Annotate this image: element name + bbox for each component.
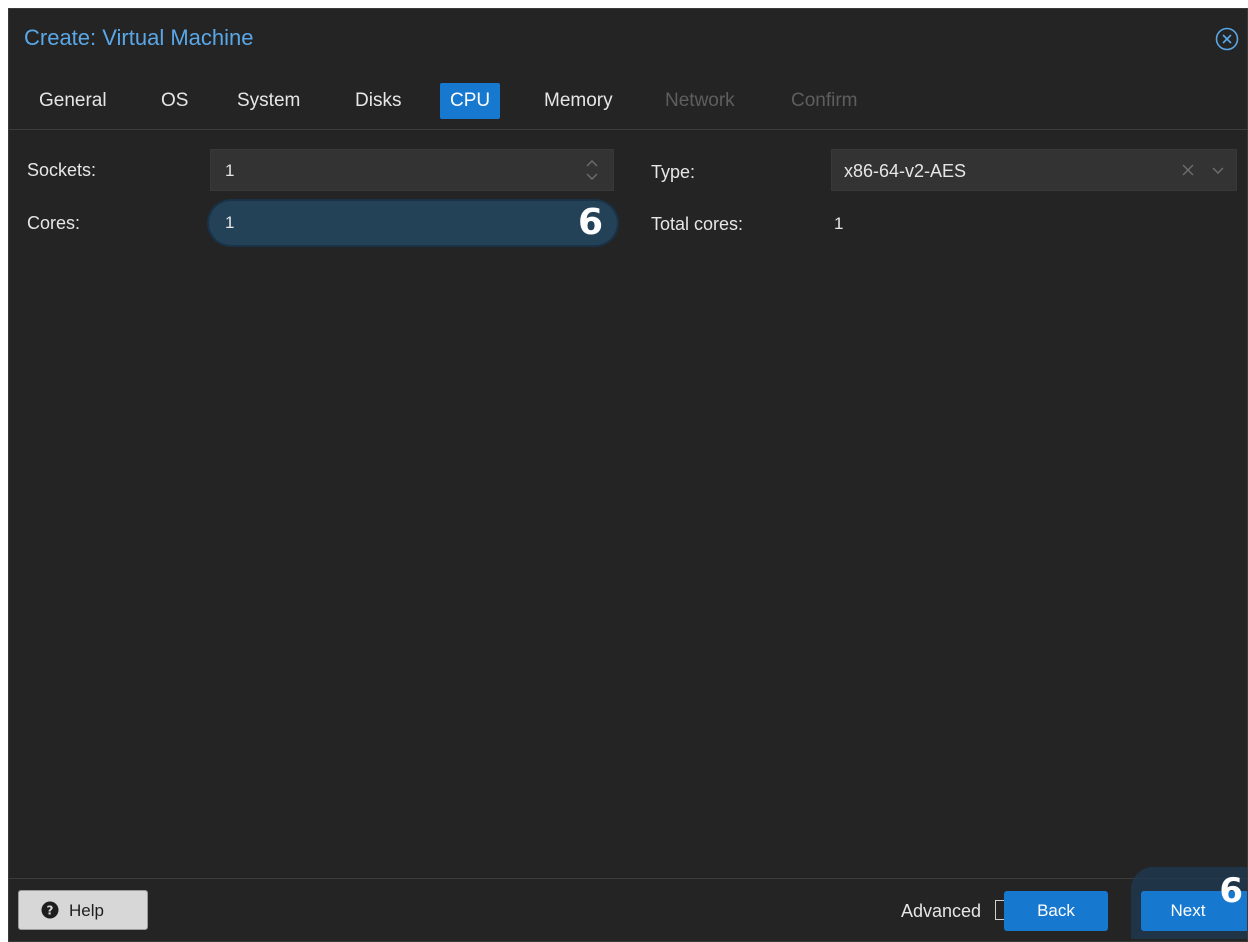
tab-confirm: Confirm xyxy=(791,90,858,111)
cpu-type-combobox[interactable]: x86-64-v2-AES xyxy=(831,149,1237,191)
create-vm-dialog: Create: Virtual Machine General OS Syste… xyxy=(8,8,1248,942)
spinner-icon[interactable] xyxy=(585,156,599,184)
type-label: Type: xyxy=(651,162,696,182)
dialog-title: Create: Virtual Machine xyxy=(24,25,254,50)
total-cores-label: Total cores: xyxy=(651,214,744,234)
tab-general[interactable]: General xyxy=(29,83,117,119)
total-cores-value: 1 xyxy=(834,214,844,233)
cores-input[interactable]: 1 6 xyxy=(209,201,617,245)
sockets-input[interactable]: 1 xyxy=(210,149,614,191)
sockets-value: 1 xyxy=(225,161,235,180)
next-step-annotation: 6 xyxy=(1219,871,1243,911)
tab-system[interactable]: System xyxy=(227,83,310,119)
tab-os[interactable]: OS xyxy=(151,83,198,119)
help-button[interactable]: ? Help xyxy=(18,890,148,930)
clear-icon[interactable] xyxy=(1180,162,1196,178)
chevron-down-icon[interactable] xyxy=(1210,162,1226,178)
help-label: Help xyxy=(69,901,104,920)
cores-value: 1 xyxy=(225,213,235,232)
next-label: Next xyxy=(1170,901,1206,920)
close-icon[interactable] xyxy=(1215,27,1239,51)
dialog-footer: ? Help Advanced Back Next 6 xyxy=(9,867,1247,941)
svg-text:?: ? xyxy=(47,904,54,918)
cpu-type-value: x86-64-v2-AES xyxy=(844,161,967,181)
tab-cpu[interactable]: CPU xyxy=(440,83,501,119)
cores-label: Cores: xyxy=(27,213,81,233)
tab-memory[interactable]: Memory xyxy=(534,83,623,119)
step-annotation: 6 xyxy=(577,202,603,243)
advanced-label: Advanced xyxy=(900,901,981,921)
title-bar: Create: Virtual Machine xyxy=(9,9,1247,71)
wizard-tabs: General OS System Disks CPU Memory Netwo… xyxy=(9,79,1247,130)
back-button[interactable]: Back xyxy=(1004,891,1108,931)
question-circle-icon: ? xyxy=(41,901,59,919)
sockets-label: Sockets: xyxy=(27,160,97,180)
tab-disks[interactable]: Disks xyxy=(345,83,411,119)
tab-network: Network xyxy=(665,90,735,111)
